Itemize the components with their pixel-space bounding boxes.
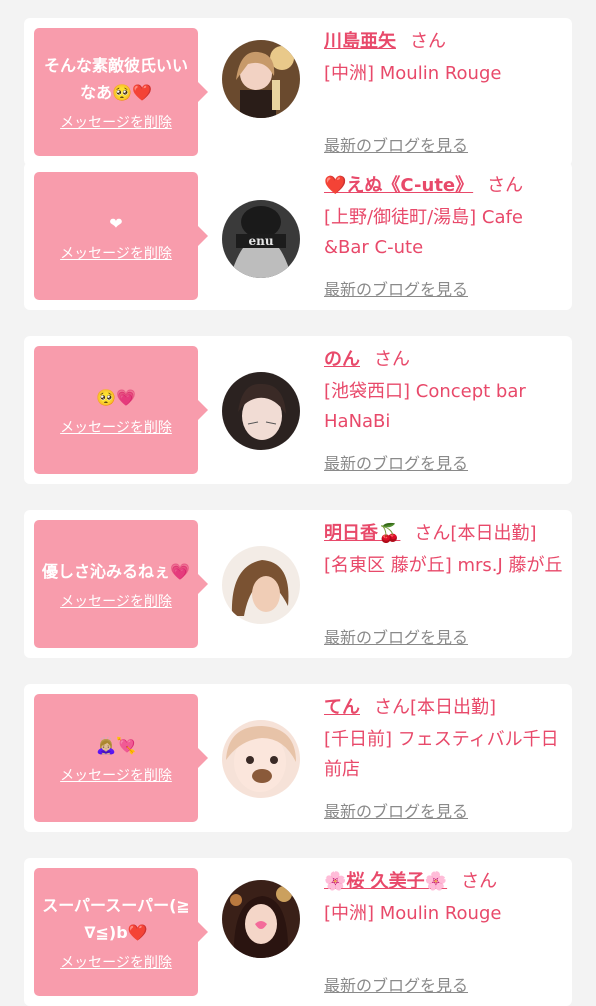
honorific: さん <box>410 31 446 52</box>
message-bubble: 🙇🏼‍♀️💘 メッセージを削除 <box>34 694 208 822</box>
message-card: ❤ メッセージを削除 enu ❤️えぬ《C-ute》 さん [上野/御徒町/湯島]… <box>24 162 572 310</box>
delete-message-link[interactable]: メッセージを削除 <box>60 112 172 132</box>
latest-blog-link[interactable]: 最新のブログを見る <box>324 132 468 156</box>
cast-info: 🌸桜 久美子🌸 さん [中洲] Moulin Rouge <box>324 868 564 929</box>
message-text: そんな素敵彼氏いいなあ🥺❤️ <box>43 56 188 102</box>
cast-info: 明日香🍒 さん[本日出勤] [名東区 藤が丘] mrs.J 藤が丘 <box>324 520 564 581</box>
message-text: ❤ <box>109 213 123 233</box>
work-status: [本日出勤] <box>410 697 497 718</box>
cast-info: てん さん[本日出勤] [千日前] フェスティバル千日前店 <box>324 694 564 785</box>
message-text: 優しさ沁みるねぇ💗 <box>42 561 190 581</box>
avatar[interactable] <box>222 880 300 958</box>
message-text: 🥺💗 <box>96 387 136 407</box>
message-bubble: 🥺💗 メッセージを削除 <box>34 346 208 474</box>
cast-info: のん さん [池袋西口] Concept bar HaNaBi <box>324 346 564 437</box>
message-card: そんな素敵彼氏いいなあ🥺❤️ メッセージを削除 川島亜矢 さん [中洲] Moul… <box>24 18 572 166</box>
latest-blog-link[interactable]: 最新のブログを見る <box>324 450 468 474</box>
message-card: スーパースーパー(≧∇≦)b❤️ メッセージを削除 🌸桜 久美子🌸 さん [中洲]… <box>24 858 572 1006</box>
cast-name-link[interactable]: 明日香🍒 <box>324 523 400 544</box>
avatar[interactable] <box>222 40 300 118</box>
latest-blog-link[interactable]: 最新のブログを見る <box>324 972 468 996</box>
shop-name: [中洲] Moulin Rouge <box>324 63 502 84</box>
delete-message-link[interactable]: メッセージを削除 <box>60 417 172 437</box>
honorific: さん <box>461 871 498 892</box>
delete-message-link[interactable]: メッセージを削除 <box>60 591 172 611</box>
shop-name: [中洲] Moulin Rouge <box>324 903 502 924</box>
cast-name-link[interactable]: ❤️えぬ《C-ute》 <box>324 175 473 196</box>
shop-name: [名東区 藤が丘] mrs.J 藤が丘 <box>324 555 563 576</box>
message-bubble: スーパースーパー(≧∇≦)b❤️ メッセージを削除 <box>34 868 208 996</box>
message-card: 🥺💗 メッセージを削除 のん さん [池袋西口] Concept bar HaNa… <box>24 336 572 484</box>
cast-info: 川島亜矢 さん [中洲] Moulin Rouge <box>324 28 564 89</box>
cast-name-link[interactable]: 川島亜矢 <box>324 31 396 52</box>
shop-name: [千日前] フェスティバル千日前店 <box>324 729 559 780</box>
avatar-initials: enu <box>248 234 273 248</box>
avatar[interactable] <box>222 546 300 624</box>
message-text: 🙇🏼‍♀️💘 <box>96 735 136 755</box>
cast-name-link[interactable]: てん <box>324 697 360 718</box>
honorific: さん <box>487 175 524 196</box>
honorific: さん <box>414 523 451 544</box>
cast-name-link[interactable]: 🌸桜 久美子🌸 <box>324 871 447 892</box>
latest-blog-link[interactable]: 最新のブログを見る <box>324 624 468 648</box>
shop-name: [池袋西口] Concept bar HaNaBi <box>324 381 526 432</box>
message-bubble: ❤ メッセージを削除 <box>34 172 208 300</box>
message-text: スーパースーパー(≧∇≦)b❤️ <box>42 896 190 942</box>
honorific: さん <box>374 697 410 718</box>
shop-name: [上野/御徒町/湯島] Cafe &Bar C-ute <box>324 207 523 258</box>
honorific: さん <box>374 349 410 370</box>
cast-name-link[interactable]: のん <box>324 349 360 370</box>
latest-blog-link[interactable]: 最新のブログを見る <box>324 276 468 300</box>
latest-blog-link[interactable]: 最新のブログを見る <box>324 798 468 822</box>
work-status: [本日出勤] <box>450 523 537 544</box>
message-bubble: そんな素敵彼氏いいなあ🥺❤️ メッセージを削除 <box>34 28 208 156</box>
delete-message-link[interactable]: メッセージを削除 <box>60 765 172 785</box>
avatar[interactable] <box>222 372 300 450</box>
avatar[interactable]: enu <box>222 200 300 278</box>
delete-message-link[interactable]: メッセージを削除 <box>60 952 172 972</box>
message-card: 優しさ沁みるねぇ💗 メッセージを削除 明日香🍒 さん[本日出勤] [名東区 藤が丘… <box>24 510 572 658</box>
avatar[interactable] <box>222 720 300 798</box>
message-bubble: 優しさ沁みるねぇ💗 メッセージを削除 <box>34 520 208 648</box>
message-card: 🙇🏼‍♀️💘 メッセージを削除 てん さん[本日出勤] [千日前] フェスティバル… <box>24 684 572 832</box>
cast-info: ❤️えぬ《C-ute》 さん [上野/御徒町/湯島] Cafe &Bar C-ut… <box>324 172 564 263</box>
delete-message-link[interactable]: メッセージを削除 <box>60 243 172 263</box>
